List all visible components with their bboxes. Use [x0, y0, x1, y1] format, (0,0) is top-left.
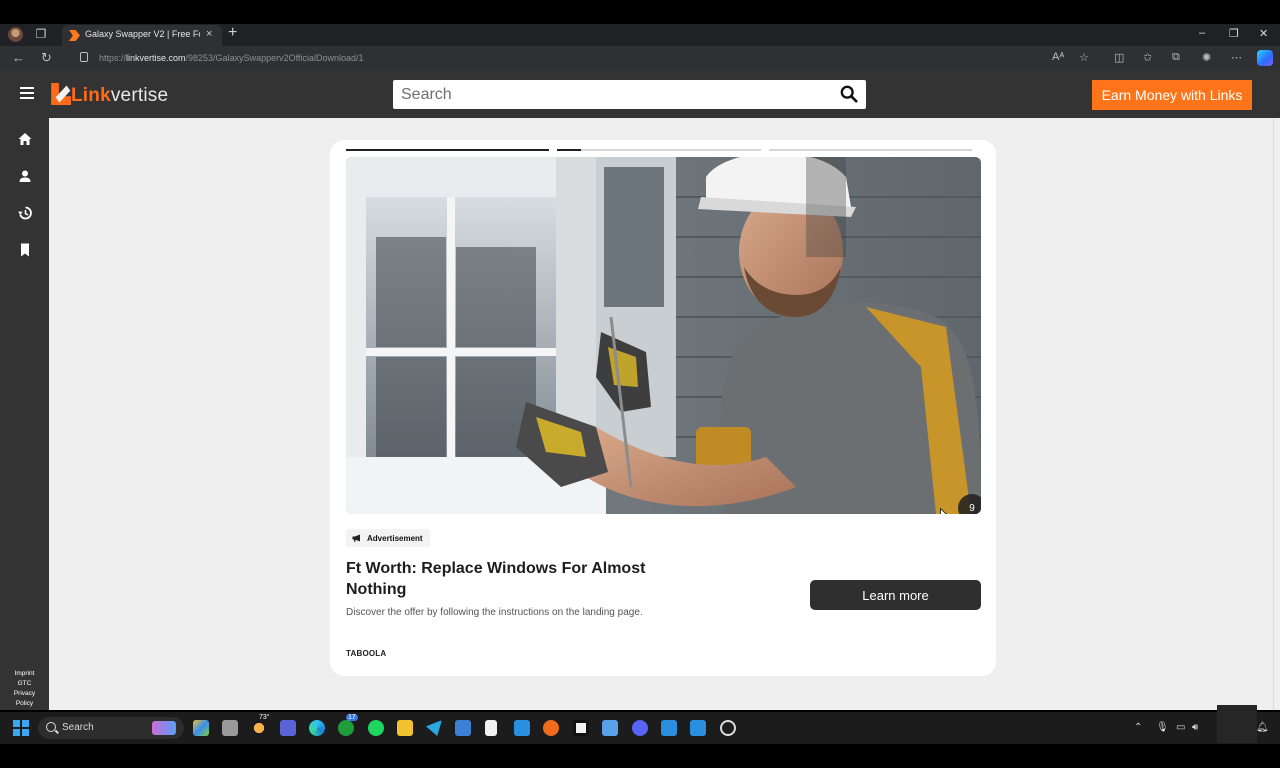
notes-icon[interactable] — [602, 720, 618, 736]
earn-money-button[interactable]: Earn Money with Links — [1092, 80, 1252, 110]
address-bar-row: ← ↻ https://linkvertise.com/98253/Galaxy… — [0, 46, 1280, 70]
hamburger-menu-icon[interactable] — [20, 87, 34, 99]
microphone-icon[interactable]: 🎙︎ — [1156, 722, 1169, 733]
site-header: Linkvertise Earn Money with Links — [0, 70, 1280, 118]
logo-text: Linkvertise — [71, 85, 169, 106]
more-menu-icon[interactable]: ⋯ — [1231, 51, 1242, 64]
windows-start-icon[interactable] — [13, 720, 29, 736]
history-icon[interactable] — [17, 205, 33, 221]
app-icon-1[interactable] — [514, 720, 530, 736]
url-field[interactable]: https://linkvertise.com/98253/GalaxySwap… — [74, 48, 1104, 68]
app-icon-4[interactable] — [690, 720, 706, 736]
back-icon[interactable]: ← — [12, 50, 25, 65]
lock-icon — [80, 52, 88, 62]
story-progress-1 — [346, 149, 549, 151]
file-explorer-icon[interactable] — [397, 720, 413, 736]
workspaces-icon[interactable]: ❐ — [34, 27, 48, 41]
taskbar-search[interactable]: Search — [38, 717, 184, 739]
ad-card: 9 Advertisement Ft Worth: Replace Window… — [330, 140, 996, 676]
linkvertise-favicon-icon — [69, 30, 80, 41]
edge-icon[interactable] — [309, 720, 325, 736]
search-box — [393, 80, 866, 109]
story-progress-2 — [557, 149, 761, 151]
notifications-icon[interactable]: 🔔︎ — [1256, 722, 1269, 733]
tray-overflow-icon[interactable]: ⌃ — [1134, 722, 1142, 733]
taskbar-search-label: Search — [62, 722, 94, 733]
store-icon[interactable] — [455, 720, 471, 736]
user-icon[interactable] — [17, 168, 33, 184]
story-progress-3 — [769, 149, 972, 151]
favorite-star-icon[interactable]: ☆ — [1079, 51, 1089, 64]
spotify-icon[interactable] — [368, 720, 384, 736]
app-icon-2[interactable] — [573, 720, 589, 736]
teams-icon[interactable] — [280, 720, 296, 736]
learn-more-button[interactable]: Learn more — [810, 580, 981, 610]
task-view-icon[interactable] — [222, 720, 238, 736]
split-screen-icon[interactable]: ◫ — [1114, 51, 1124, 64]
left-sidebar: Imprint GTC Privacy Policy — [0, 118, 49, 710]
telegram-icon[interactable] — [426, 720, 442, 736]
search-highlight-icon — [152, 721, 176, 735]
windows-taskbar: Search 73° 17 ⌃ 🎙︎ ▭ 🔊︎ 🔔︎ — [0, 712, 1280, 744]
window-close-icon[interactable]: ✕ — [1259, 27, 1268, 40]
copilot-icon[interactable] — [1257, 50, 1273, 66]
copilot-taskbar-icon[interactable] — [193, 720, 209, 736]
read-aloud-icon[interactable]: Aᴬ — [1052, 51, 1064, 63]
weather-icon[interactable]: 73° — [251, 714, 270, 736]
search-icon[interactable] — [840, 85, 858, 103]
ad-image-illustration — [346, 157, 981, 514]
policy-link[interactable]: Policy — [0, 699, 49, 709]
new-tab-button[interactable]: + — [228, 24, 237, 42]
restore-icon[interactable]: ❐ — [1229, 27, 1239, 40]
network-icon[interactable]: ▭ — [1176, 722, 1185, 733]
clock-app-icon[interactable] — [720, 720, 736, 736]
browser-tab-active[interactable]: Galaxy Swapper V2 | Free Fortnite × — [62, 25, 222, 46]
system-clock-thumbnail[interactable] — [1217, 705, 1257, 743]
app-icon-3[interactable] — [661, 720, 677, 736]
url-text: https://linkvertise.com/98253/GalaxySwap… — [99, 53, 364, 63]
page-scrollbar[interactable] — [1273, 118, 1280, 710]
taskbar-search-icon — [46, 722, 56, 732]
ad-headline[interactable]: Ft Worth: Replace Windows For Almost Not… — [346, 558, 646, 600]
discord-icon[interactable] — [632, 720, 648, 736]
sidebar-footer: Imprint GTC Privacy Policy — [0, 669, 49, 709]
collections-icon[interactable]: ⧉ — [1172, 51, 1180, 64]
bookmark-icon[interactable] — [17, 242, 33, 258]
home-icon[interactable] — [17, 131, 33, 147]
xbox-icon[interactable]: 17 — [338, 714, 358, 736]
slide-counter-badge: 9 — [958, 494, 981, 514]
favorites-icon[interactable]: ✩ — [1143, 51, 1152, 64]
imprint-link[interactable]: Imprint — [0, 669, 49, 679]
refresh-icon[interactable]: ↻ — [41, 50, 52, 66]
ad-description: Discover the offer by following the inst… — [346, 607, 643, 618]
notepad-icon[interactable] — [485, 720, 497, 736]
tab-title: Galaxy Swapper V2 | Free Fortnite — [85, 29, 200, 39]
ad-source-label[interactable]: TABOOLA — [346, 649, 386, 658]
megaphone-icon — [352, 534, 360, 542]
profile-avatar[interactable] — [8, 27, 23, 42]
browser-tab-bar: ❐ Galaxy Swapper V2 | Free Fortnite × + … — [0, 24, 1280, 46]
minimize-icon[interactable]: – — [1199, 27, 1205, 39]
advertisement-label: Advertisement — [367, 533, 423, 543]
mouse-cursor-icon — [940, 508, 947, 514]
ad-image[interactable]: 9 — [346, 157, 981, 514]
screen: ❐ Galaxy Swapper V2 | Free Fortnite × + … — [0, 0, 1280, 768]
search-input[interactable] — [393, 80, 833, 109]
extensions-icon[interactable]: ✺ — [1202, 51, 1211, 64]
volume-icon[interactable]: 🔊︎ — [1192, 722, 1198, 733]
tab-close-icon[interactable]: × — [206, 28, 212, 40]
advertisement-badge: Advertisement — [346, 529, 430, 547]
gtc-link[interactable]: GTC — [0, 679, 49, 689]
privacy-link[interactable]: Privacy — [0, 689, 49, 699]
soundcloud-icon[interactable] — [543, 720, 559, 736]
